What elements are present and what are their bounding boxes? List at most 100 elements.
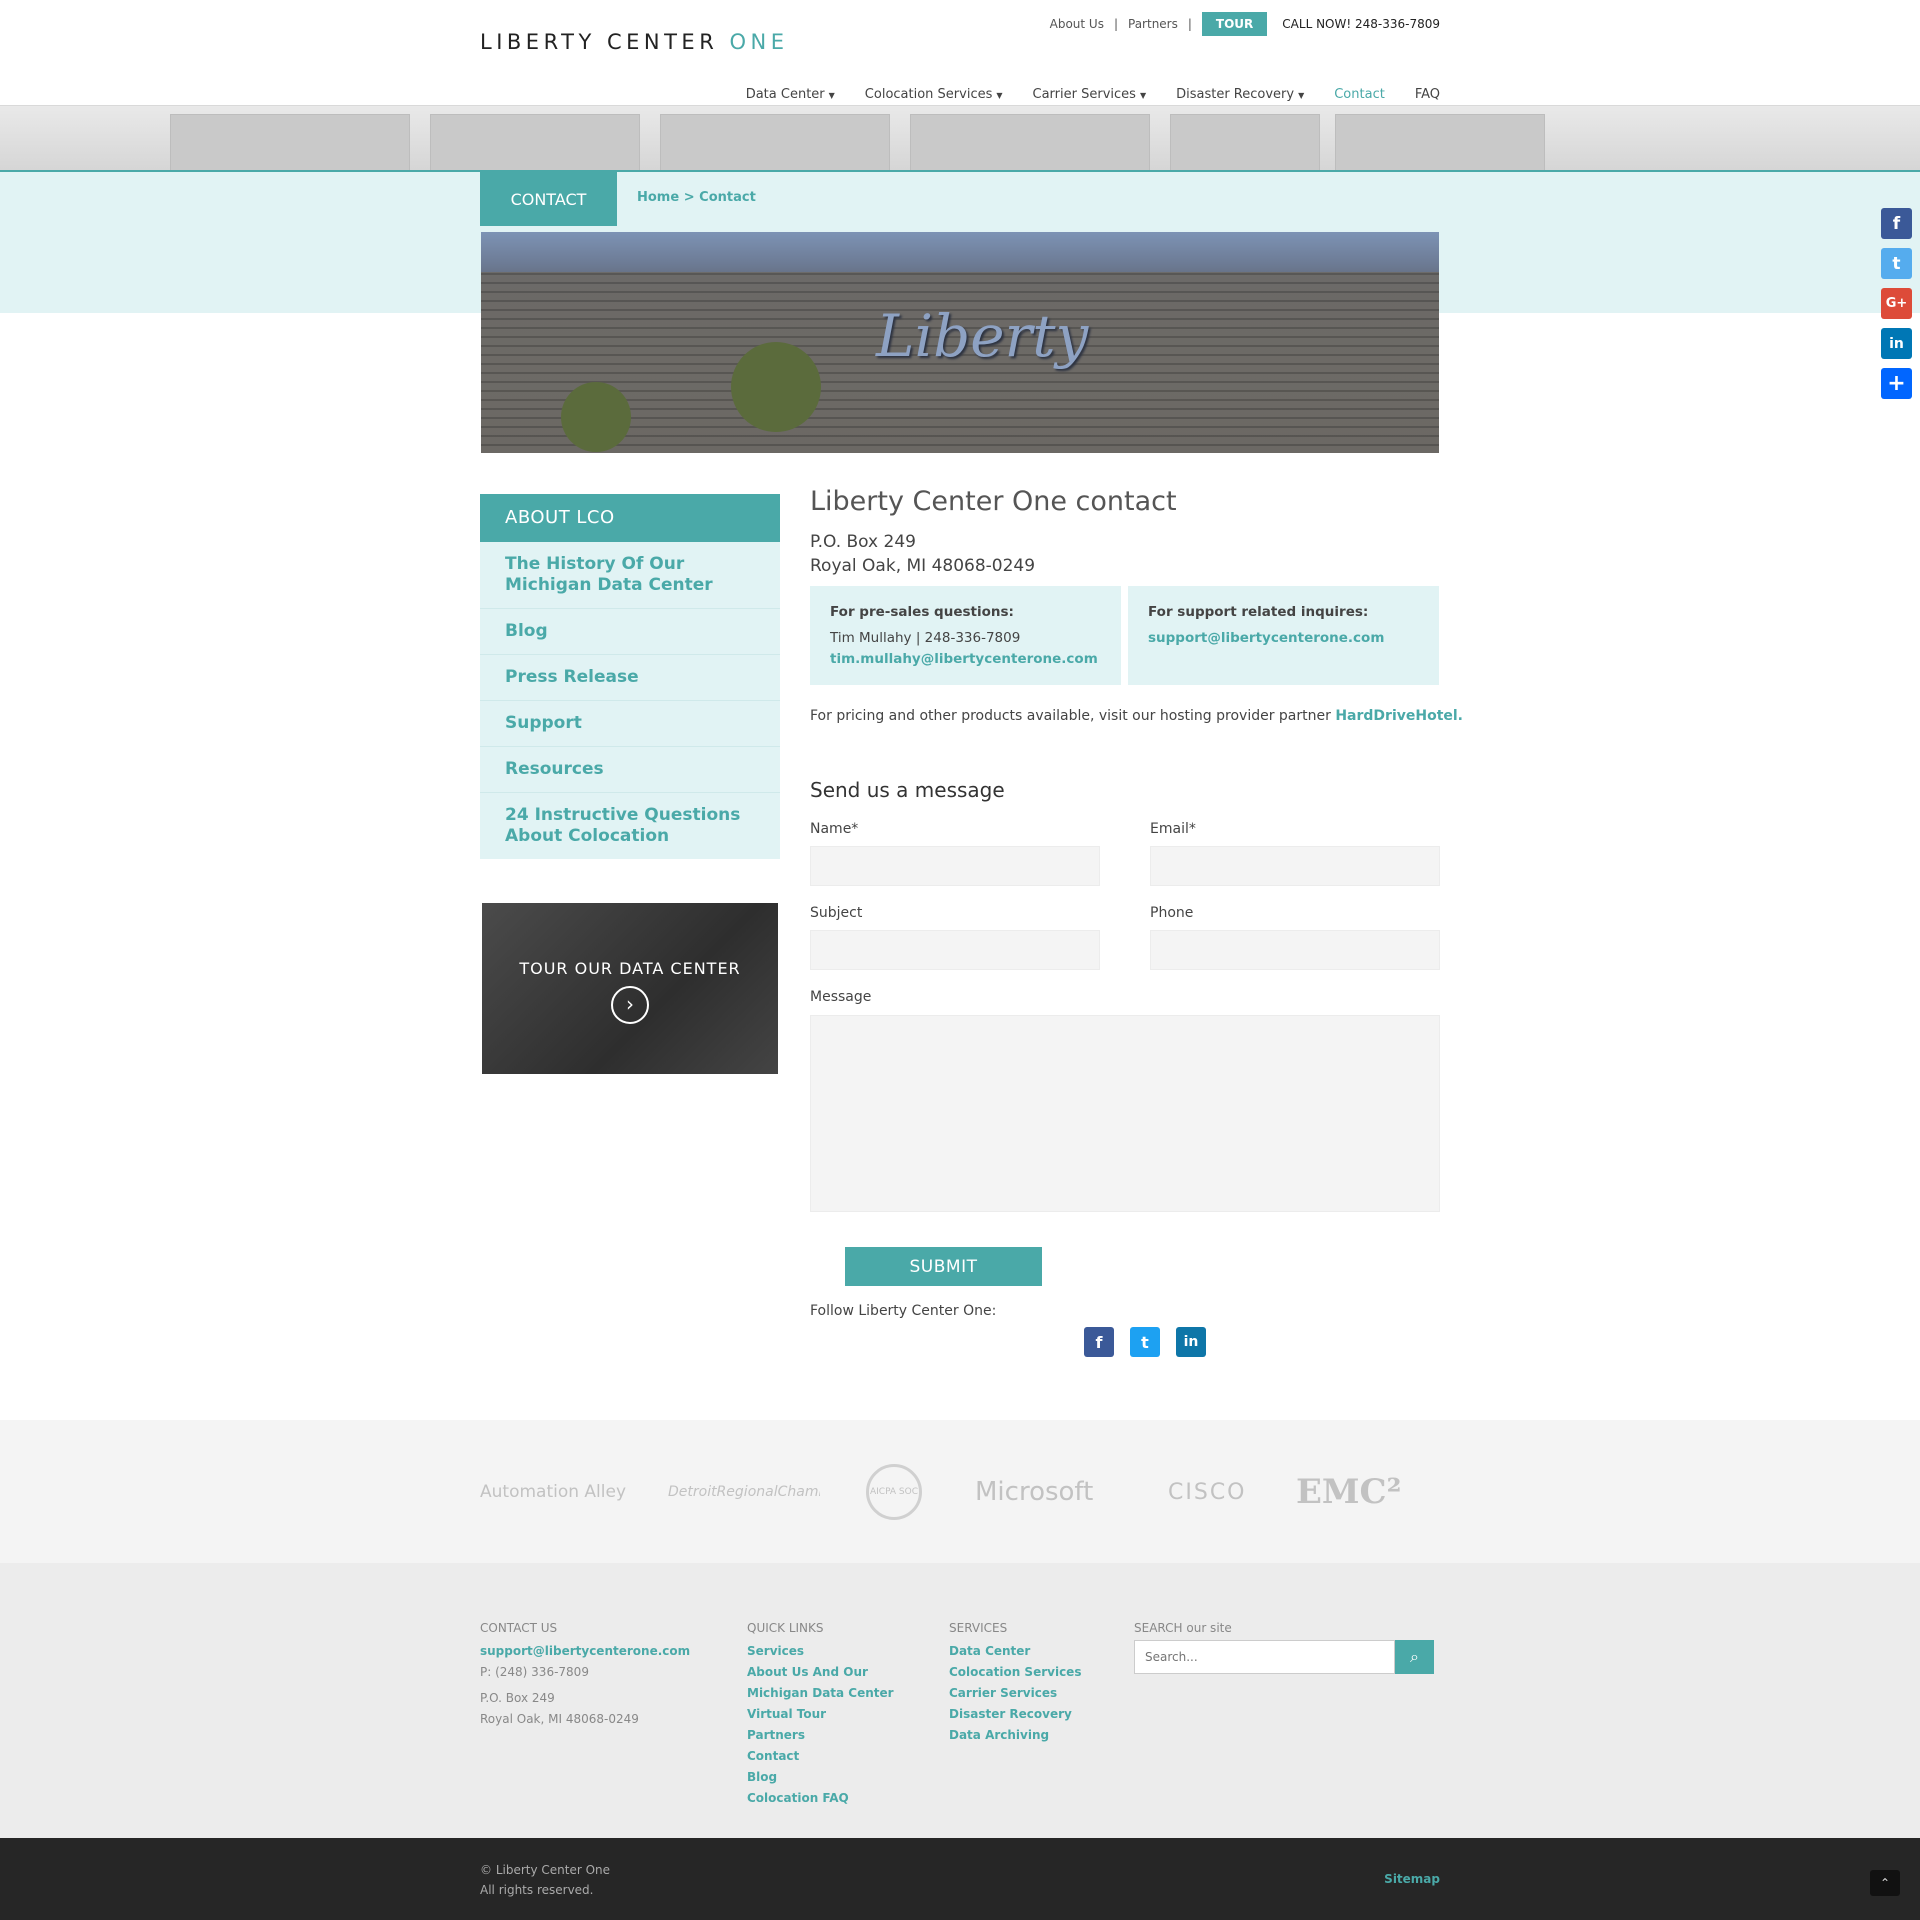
address-line: Royal Oak, MI 48068-0249 <box>810 556 1036 576</box>
sitemap-link[interactable]: Sitemap <box>1384 1872 1440 1886</box>
footer-heading: SERVICES <box>949 1621 1008 1635</box>
footer-contact-column: CONTACT US support@libertycenterone.com … <box>480 1618 690 1730</box>
footer-link[interactable]: Data Center <box>949 1644 1030 1658</box>
footer-link[interactable]: Michigan Data Center <box>747 1686 894 1700</box>
hero-image-strip <box>0 106 1920 172</box>
address-line: P.O. Box 249 <box>810 532 916 552</box>
partner-logo: AICPA SOC <box>866 1464 922 1520</box>
chevron-up-icon[interactable]: ⌃ <box>1870 1870 1900 1896</box>
facebook-icon[interactable]: f <box>1881 208 1912 239</box>
linkedin-icon[interactable]: in <box>1881 328 1912 359</box>
phone-label: Phone <box>1150 905 1194 921</box>
sidebar-item-history[interactable]: The History Of Our Michigan Data Center <box>480 542 780 609</box>
phone-input[interactable] <box>1150 930 1440 970</box>
footer-link[interactable]: Colocation Services <box>949 1665 1081 1679</box>
tour-promo-label: TOUR OUR DATA CENTER <box>519 959 741 978</box>
harddrivehotel-link[interactable]: HardDriveHotel. <box>1335 708 1463 724</box>
search-icon[interactable]: ⌕ <box>1395 1640 1434 1674</box>
sidebar-item-resources[interactable]: Resources <box>480 747 780 793</box>
submit-button[interactable]: SUBMIT <box>845 1247 1042 1286</box>
name-label: Name* <box>810 821 859 837</box>
separator: | <box>1113 17 1118 31</box>
subject-label: Subject <box>810 905 863 921</box>
footer-heading: CONTACT US <box>480 1621 558 1635</box>
tour-data-center-promo[interactable]: TOUR OUR DATA CENTER › <box>482 903 778 1074</box>
partner-logos: Automation Alley DetroitRegionalChamber … <box>0 1420 1920 1563</box>
building-banner-image: Liberty <box>481 232 1439 453</box>
footer-link[interactable]: Data Archiving <box>949 1728 1049 1742</box>
top-link-about[interactable]: About Us <box>1050 17 1104 31</box>
server-rack <box>1335 114 1545 170</box>
footer-address: Royal Oak, MI 48068-0249 <box>480 1712 639 1726</box>
search-input[interactable] <box>1134 1640 1395 1674</box>
mailing-address: P.O. Box 249 Royal Oak, MI 48068-0249 <box>810 530 1035 578</box>
follow-label: Follow Liberty Center One: <box>810 1303 997 1319</box>
caret-down-icon: ▼ <box>1139 91 1147 100</box>
presales-contact: Tim Mullahy | 248-336-7809 <box>830 630 1021 646</box>
sidebar-item-support[interactable]: Support <box>480 701 780 747</box>
server-rack <box>910 114 1150 170</box>
message-label: Message <box>810 989 872 1005</box>
partner-logo: CISCO <box>1168 1479 1247 1505</box>
share-plus-icon[interactable]: + <box>1881 368 1912 399</box>
copyright-text: © Liberty Center One <box>480 1863 611 1877</box>
google-plus-icon[interactable]: G+ <box>1881 288 1912 319</box>
footer-link[interactable]: Carrier Services <box>949 1686 1057 1700</box>
footer-link[interactable]: Virtual Tour <box>747 1707 826 1721</box>
twitter-icon[interactable]: t <box>1130 1327 1160 1357</box>
tour-button[interactable]: TOUR <box>1201 12 1268 36</box>
logo-text: LIBERTY CENTER <box>480 30 730 54</box>
sidebar-item-colocation-questions[interactable]: 24 Instructive Questions About Colocatio… <box>480 793 780 859</box>
subject-input[interactable] <box>810 930 1100 970</box>
page-title: Liberty Center One contact <box>810 486 1177 517</box>
linkedin-icon[interactable]: in <box>1176 1327 1206 1357</box>
separator: | <box>1187 17 1192 31</box>
tree <box>731 342 821 432</box>
email-label: Email* <box>1150 821 1196 837</box>
nav-label: Data Center <box>745 87 825 102</box>
footer-link[interactable]: Partners <box>747 1728 805 1742</box>
top-utility-nav: About Us | Partners | TOUR CALL NOW! 248… <box>1050 12 1440 36</box>
site-logo[interactable]: LIBERTY CENTER ONE <box>480 30 788 54</box>
nav-disaster-recovery[interactable]: Disaster Recovery ▼ <box>1176 87 1304 102</box>
support-email-link[interactable]: support@libertycenterone.com <box>1148 630 1384 646</box>
sidebar-item-blog[interactable]: Blog <box>480 609 780 655</box>
message-textarea[interactable] <box>810 1015 1440 1212</box>
facebook-icon[interactable]: f <box>1084 1327 1114 1357</box>
page-title-tab: CONTACT <box>480 172 617 226</box>
sidebar-item-press-release[interactable]: Press Release <box>480 655 780 701</box>
caret-down-icon: ▼ <box>1298 91 1305 100</box>
server-rack <box>430 114 640 170</box>
nav-data-center[interactable]: Data Center ▼ <box>746 87 835 102</box>
chevron-right-icon: › <box>611 986 649 1024</box>
nav-colocation-services[interactable]: Colocation Services ▼ <box>865 87 1003 102</box>
caret-down-icon: ▼ <box>828 91 835 100</box>
presales-heading: For pre-sales questions: <box>830 604 1014 620</box>
footer-heading: SEARCH our site <box>1134 1621 1232 1635</box>
pricing-note: For pricing and other products available… <box>810 708 1463 724</box>
footer-search: ⌕ <box>1134 1640 1434 1674</box>
nav-carrier-services[interactable]: Carrier Services ▼ <box>1033 87 1147 102</box>
footer-link[interactable]: Blog <box>747 1770 777 1784</box>
email-input[interactable] <box>1150 846 1440 886</box>
server-rack <box>660 114 890 170</box>
pricing-text: For pricing and other products available… <box>810 708 1336 724</box>
presales-email-link[interactable]: tim.mullahy@libertycenterone.com <box>830 651 1098 667</box>
twitter-icon[interactable]: t <box>1881 248 1912 279</box>
building-sign: Liberty <box>876 302 1089 370</box>
footer-link[interactable]: About Us And Our <box>747 1665 868 1679</box>
name-input[interactable] <box>810 846 1100 886</box>
breadcrumb-home[interactable]: Home <box>637 190 679 205</box>
support-box: For support related inquires: support@li… <box>1128 586 1439 685</box>
nav-contact[interactable]: Contact <box>1334 87 1385 102</box>
top-link-partners[interactable]: Partners <box>1128 17 1178 31</box>
bottom-bar <box>0 1838 1920 1920</box>
footer-link[interactable]: Disaster Recovery <box>949 1707 1072 1721</box>
footer-link[interactable]: Colocation FAQ <box>747 1791 849 1805</box>
sidebar-heading: ABOUT LCO <box>480 494 780 542</box>
footer-link[interactable]: Contact <box>747 1749 799 1763</box>
footer-email-link[interactable]: support@libertycenterone.com <box>480 1644 690 1658</box>
footer-link[interactable]: Services <box>747 1644 804 1658</box>
partner-logo: DetroitRegionalChamber <box>668 1484 820 1500</box>
nav-faq[interactable]: FAQ <box>1415 87 1440 102</box>
